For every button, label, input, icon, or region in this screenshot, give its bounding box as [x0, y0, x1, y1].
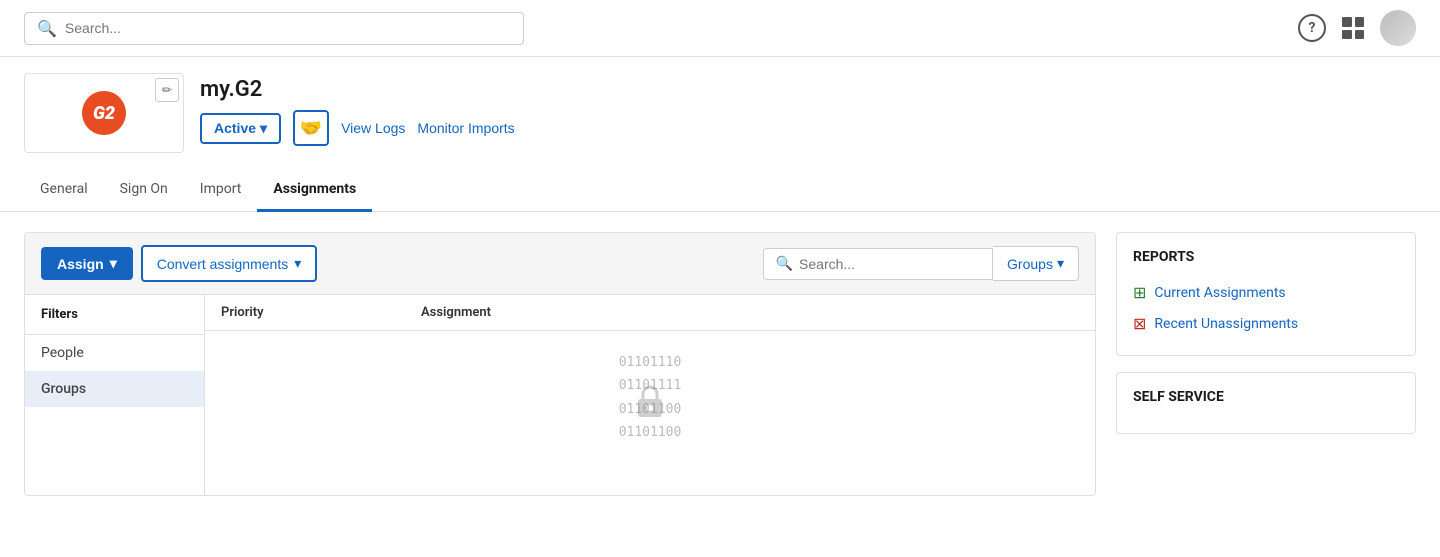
recent-unassignments-label: Recent Unassignments — [1154, 316, 1298, 332]
handshake-icon: 🤝 — [300, 118, 322, 139]
assign-button[interactable]: Assign ▾ — [41, 247, 133, 280]
g2-logo: G2 — [82, 91, 126, 135]
search-small-icon: 🔍 — [776, 256, 793, 272]
topbar: 🔍 ? — [0, 0, 1440, 57]
monitor-imports-link[interactable]: Monitor Imports — [417, 120, 514, 136]
convert-caret-icon: ▾ — [294, 255, 301, 272]
reports-title: REPORTS — [1133, 249, 1399, 265]
groups-caret-icon: ▾ — [1057, 255, 1064, 272]
app-logo-container: ✏ G2 — [24, 73, 184, 153]
priority-column-header: Priority — [221, 305, 421, 320]
user-avatar[interactable] — [1380, 10, 1416, 46]
groups-label: Groups — [1007, 256, 1053, 272]
app-header: ✏ G2 my.G2 Active ▾ 🤝 View Logs Monitor … — [0, 57, 1440, 169]
logo-edit-button[interactable]: ✏ — [155, 78, 179, 102]
filter-people[interactable]: People — [25, 335, 204, 371]
main-content: Assign ▾ Convert assignments ▾ 🔍 Groups … — [0, 212, 1440, 516]
reports-card: REPORTS ⊞ Current Assignments ⊠ Recent U… — [1116, 232, 1416, 356]
assignments-panel: Assign ▾ Convert assignments ▾ 🔍 Groups … — [24, 232, 1096, 496]
table-area: Filters People Groups Priority Assignmen… — [25, 295, 1095, 495]
convert-assignments-button[interactable]: Convert assignments ▾ — [141, 245, 318, 282]
filters-header: Filters — [25, 295, 204, 335]
topbar-right: ? — [1298, 10, 1416, 46]
global-search-input[interactable] — [65, 20, 511, 36]
status-caret-icon: ▾ — [260, 120, 267, 137]
tab-sign-on[interactable]: Sign On — [104, 169, 184, 212]
app-name: my.G2 — [200, 77, 515, 102]
status-button[interactable]: Active ▾ — [200, 113, 281, 144]
recent-unassignments-icon: ⊠ — [1133, 314, 1146, 333]
right-panel: REPORTS ⊞ Current Assignments ⊠ Recent U… — [1116, 232, 1416, 496]
current-assignments-icon: ⊞ — [1133, 283, 1146, 302]
status-label: Active — [214, 120, 256, 136]
help-icon[interactable]: ? — [1298, 14, 1326, 42]
assignment-column-header: Assignment — [421, 305, 1079, 320]
apps-grid-icon[interactable] — [1342, 17, 1364, 39]
table-header: Priority Assignment — [205, 295, 1095, 331]
panel-toolbar: Assign ▾ Convert assignments ▾ 🔍 Groups … — [25, 233, 1095, 295]
global-search-box[interactable]: 🔍 — [24, 12, 524, 45]
view-logs-link[interactable]: View Logs — [341, 120, 405, 136]
tab-import[interactable]: Import — [184, 169, 258, 212]
self-service-title: SELF SERVICE — [1133, 389, 1399, 405]
recent-unassignments-link[interactable]: ⊠ Recent Unassignments — [1133, 308, 1399, 339]
search-icon: 🔍 — [37, 19, 57, 38]
assignments-search-input[interactable] — [799, 256, 980, 272]
assignments-search-box[interactable]: 🔍 — [763, 248, 993, 280]
assignments-table: Priority Assignment 01101110 01101111 01… — [205, 295, 1095, 495]
current-assignments-label: Current Assignments — [1154, 285, 1285, 301]
convert-label: Convert assignments — [157, 256, 289, 272]
table-body: 01101110 01101111 01101100 01101100 — [205, 331, 1095, 471]
current-assignments-link[interactable]: ⊞ Current Assignments — [1133, 277, 1399, 308]
app-info: my.G2 Active ▾ 🤝 View Logs Monitor Impor… — [200, 73, 515, 146]
filter-groups[interactable]: Groups — [25, 371, 204, 407]
app-actions: Active ▾ 🤝 View Logs Monitor Imports — [200, 110, 515, 146]
tabs-nav: General Sign On Import Assignments — [0, 169, 1440, 212]
handshake-button[interactable]: 🤝 — [293, 110, 329, 146]
groups-filter-button[interactable]: Groups ▾ — [993, 246, 1079, 281]
lock-icon — [630, 381, 670, 421]
self-service-card: SELF SERVICE — [1116, 372, 1416, 434]
search-filter: 🔍 Groups ▾ — [763, 246, 1079, 281]
assign-label: Assign — [57, 256, 104, 272]
tab-general[interactable]: General — [24, 169, 104, 212]
filters-sidebar: Filters People Groups — [25, 295, 205, 495]
tab-assignments[interactable]: Assignments — [257, 169, 372, 212]
assign-caret-icon: ▾ — [110, 255, 117, 272]
